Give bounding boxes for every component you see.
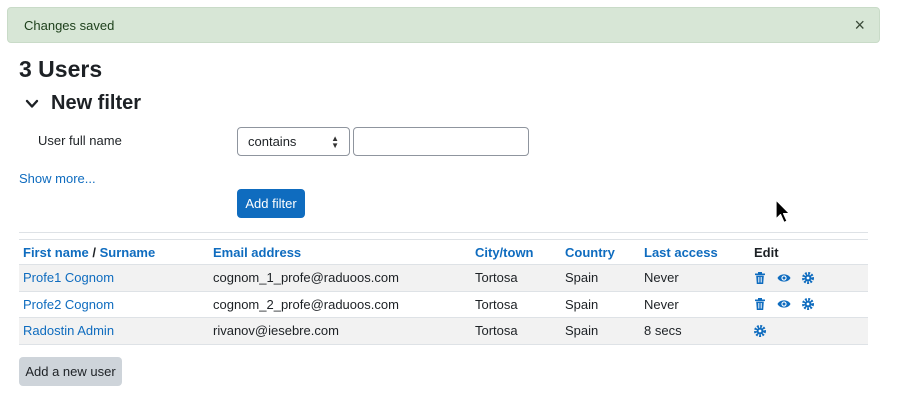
filter-value-input[interactable]	[353, 127, 529, 156]
user-email: cognom_1_profe@raduoos.com	[209, 264, 471, 292]
sort-email-link[interactable]: Email address	[209, 239, 471, 265]
page-title: 3 Users	[19, 56, 103, 82]
user-city: Tortosa	[471, 317, 561, 345]
new-filter-toggle[interactable]: New filter	[25, 92, 141, 115]
operator-select[interactable]: contains ▲ ▼	[237, 127, 350, 156]
gear-icon[interactable]	[802, 271, 814, 284]
user-full-name-label: User full name	[38, 133, 122, 148]
name-column-header: First name / Surname	[19, 239, 209, 265]
user-email: rivanov@iesebre.com	[209, 317, 471, 345]
show-more-link[interactable]: Show more...	[19, 171, 96, 186]
close-icon[interactable]: ×	[854, 14, 865, 36]
select-arrows-icon: ▲ ▼	[331, 133, 339, 150]
user-name-link[interactable]: Profe2 Cognom	[19, 291, 209, 318]
chevron-down-icon	[25, 99, 39, 108]
gear-icon[interactable]	[754, 324, 766, 337]
user-country: Spain	[561, 317, 640, 345]
user-email: cognom_2_profe@raduoos.com	[209, 291, 471, 318]
edit-actions	[750, 291, 868, 318]
eye-icon[interactable]	[777, 272, 791, 284]
divider	[19, 232, 868, 233]
user-country: Spain	[561, 291, 640, 318]
user-last-access: Never	[640, 291, 750, 318]
edit-actions	[750, 264, 868, 292]
table-row: Radostin Admin rivanov@iesebre.com Torto…	[19, 317, 868, 345]
edit-column-header: Edit	[750, 239, 868, 265]
table-header-row: First name / Surname Email address City/…	[19, 239, 868, 265]
sort-city-link[interactable]: City/town	[471, 239, 561, 265]
header-separator: /	[88, 244, 100, 260]
table-row: Profe2 Cognom cognom_2_profe@raduoos.com…	[19, 291, 868, 318]
users-table: First name / Surname Email address City/…	[19, 239, 868, 345]
user-city: Tortosa	[471, 291, 561, 318]
table-row: Profe1 Cognom cognom_1_profe@raduoos.com…	[19, 264, 868, 292]
mouse-cursor-icon	[775, 199, 791, 224]
filter-section-title: New filter	[51, 92, 142, 114]
sort-surname-link[interactable]: Surname	[100, 245, 156, 260]
operator-selected-value: contains	[248, 134, 297, 149]
edit-actions	[750, 317, 868, 345]
user-name-link[interactable]: Profe1 Cognom	[19, 264, 209, 292]
sort-first-name-link[interactable]: First name	[23, 245, 89, 260]
user-city: Tortosa	[471, 264, 561, 292]
user-country: Spain	[561, 264, 640, 292]
gear-icon[interactable]	[802, 298, 814, 311]
user-name-link[interactable]: Radostin Admin	[19, 317, 209, 345]
sort-last-access-link[interactable]: Last access	[640, 239, 750, 265]
user-last-access: 8 secs	[640, 317, 750, 345]
alert-message: Changes saved	[24, 18, 115, 33]
trash-icon[interactable]	[754, 271, 766, 284]
add-filter-button[interactable]: Add filter	[237, 189, 305, 218]
success-alert: Changes saved ×	[7, 7, 880, 43]
sort-country-link[interactable]: Country	[561, 239, 640, 265]
add-new-user-button[interactable]: Add a new user	[19, 357, 122, 386]
user-last-access: Never	[640, 264, 750, 292]
eye-icon[interactable]	[777, 298, 791, 310]
trash-icon[interactable]	[754, 298, 766, 311]
